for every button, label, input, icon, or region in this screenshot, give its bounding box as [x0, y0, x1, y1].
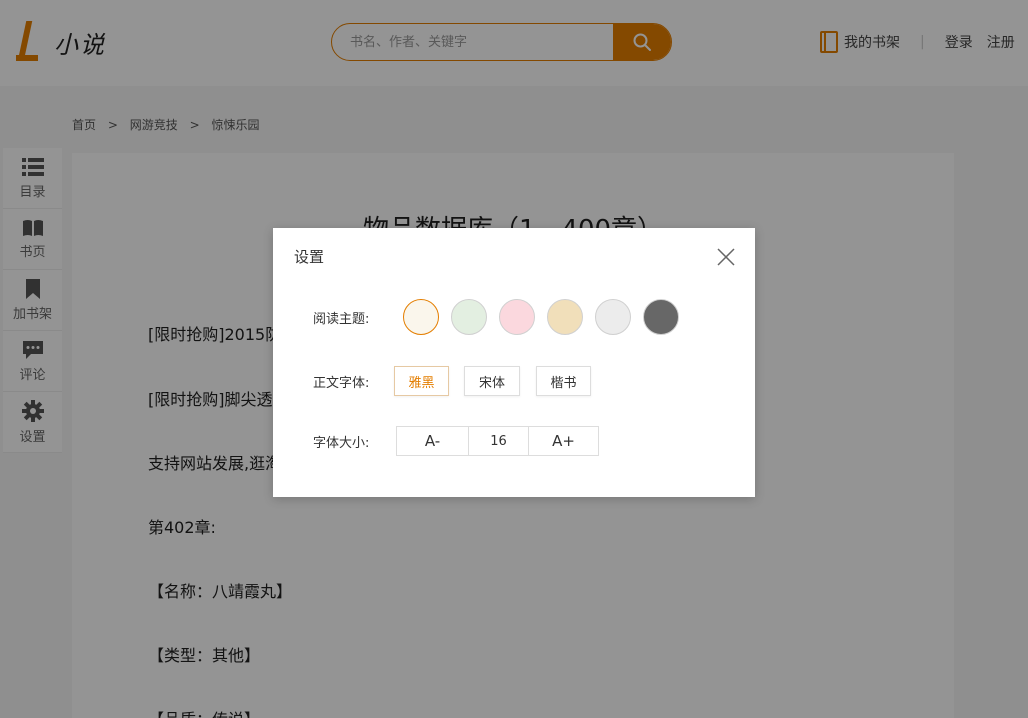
close-button[interactable] — [715, 246, 737, 268]
theme-label: 阅读主题: — [313, 312, 370, 327]
theme-option-cream[interactable] — [403, 299, 439, 335]
font-size-stepper: A- 16 A+ — [396, 426, 599, 456]
theme-option-pink[interactable] — [499, 299, 535, 335]
font-size-value: 16 — [468, 427, 528, 455]
theme-option-tan[interactable] — [547, 299, 583, 335]
theme-option-green[interactable] — [451, 299, 487, 335]
theme-option-dark[interactable] — [643, 299, 679, 335]
close-icon — [717, 248, 735, 266]
font-label: 正文字体: — [313, 376, 370, 391]
font-size-decrease-button[interactable]: A- — [397, 427, 468, 455]
font-option-yahei[interactable]: 雅黑 — [394, 366, 449, 396]
font-option-kaishu[interactable]: 楷书 — [536, 366, 591, 396]
settings-dialog: 设置 阅读主题: 正文字体: 雅黑 宋体 楷书 字体大小: A- 16 A+ — [273, 228, 755, 497]
font-option-songti[interactable]: 宋体 — [464, 366, 520, 396]
font-size-label: 字体大小: — [313, 436, 370, 451]
dialog-title: 设置 — [294, 248, 325, 266]
font-size-increase-button[interactable]: A+ — [528, 427, 598, 455]
theme-option-gray[interactable] — [595, 299, 631, 335]
